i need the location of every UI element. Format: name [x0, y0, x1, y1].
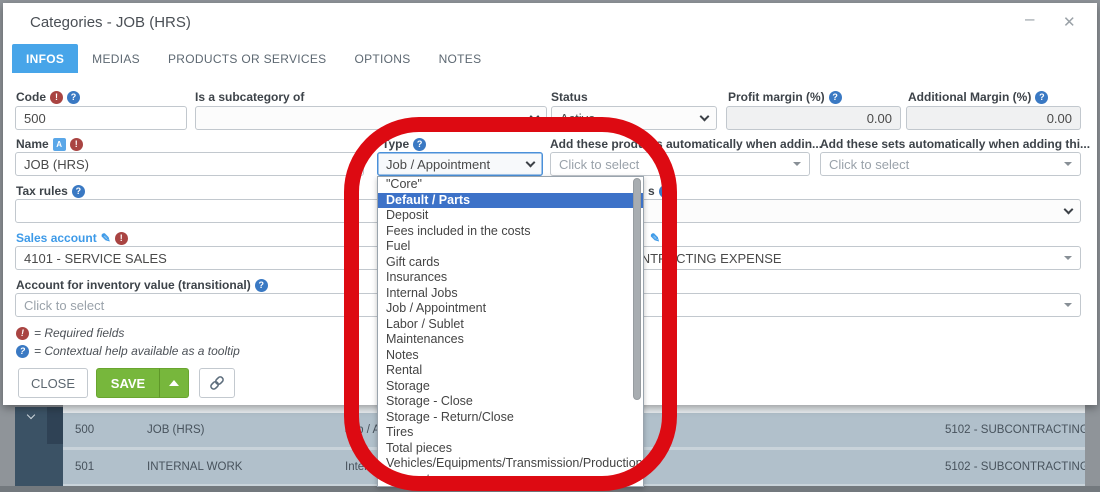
name-label: Name A !: [16, 137, 83, 151]
subcategory-label: Is a subcategory of: [195, 90, 304, 104]
type-select[interactable]: Job / Appointment: [377, 152, 543, 176]
sidebar-dark-block: [47, 407, 63, 444]
tab-notes[interactable]: NOTES: [425, 44, 496, 73]
tab-bar: INFOS MEDIAS PRODUCTS OR SERVICES OPTION…: [12, 44, 495, 73]
type-option[interactable]: Gift cards: [378, 255, 643, 271]
chevron-down-icon[interactable]: [27, 411, 35, 419]
translate-icon[interactable]: A: [53, 138, 66, 151]
tab-options[interactable]: OPTIONS: [340, 44, 424, 73]
chevron-down-icon: [1064, 204, 1074, 214]
code-input[interactable]: 500: [15, 106, 187, 130]
tab-medias[interactable]: MEDIAS: [78, 44, 154, 73]
help-icon: ?: [659, 185, 672, 198]
type-option[interactable]: Storage - Return/Close: [378, 410, 643, 426]
required-icon: !: [50, 91, 63, 104]
tab-products-or-services[interactable]: PRODUCTS OR SERVICES: [154, 44, 340, 73]
dropdown-arrow-icon: [793, 162, 801, 166]
type-option[interactable]: Insurances: [378, 270, 643, 286]
chevron-up-icon: [169, 380, 179, 386]
chain-link-icon: [209, 375, 225, 391]
required-icon: !: [70, 138, 83, 151]
type-option[interactable]: Maintenances: [378, 332, 643, 348]
required-icon: !: [664, 231, 677, 244]
type-option[interactable]: Internal Jobs: [378, 286, 643, 302]
help-icon: ?: [829, 91, 842, 104]
inventory-account-label: Account for inventory value (transitiona…: [16, 278, 268, 292]
status-label: Status: [551, 90, 588, 104]
type-option[interactable]: Tires: [378, 425, 643, 441]
sales-account-link[interactable]: Sales account: [16, 231, 97, 245]
purchase-account-label-icons: ✎ !: [650, 231, 677, 244]
status-select[interactable]: Active: [551, 106, 717, 130]
row-name: JOB (HRS): [147, 413, 205, 447]
help-icon: ?: [255, 279, 268, 292]
chevron-down-icon: [526, 157, 536, 167]
type-option[interactable]: Fees included in the costs: [378, 224, 643, 240]
help-icon: ?: [1035, 91, 1048, 104]
close-button[interactable]: CLOSE: [18, 368, 88, 398]
row-code: 501: [75, 450, 94, 484]
save-dropdown-button[interactable]: [159, 368, 189, 398]
add-products-select[interactable]: Click to select: [550, 152, 810, 176]
type-option[interactable]: Storage: [378, 379, 643, 395]
row-name: INTERNAL WORK: [147, 450, 242, 484]
type-option[interactable]: Total pieces: [378, 441, 643, 457]
row-account: 5102 - SUBCONTRACTING EXPENSE: [945, 413, 1085, 447]
type-option[interactable]: Warranty: [378, 472, 643, 488]
background-sidebar: [15, 407, 63, 486]
type-dropdown-list: "Core"Default / PartsDepositFees include…: [377, 176, 644, 487]
row-code: 500: [75, 413, 94, 447]
additional-margin-input[interactable]: 0.00: [906, 106, 1081, 130]
dropdown-arrow-icon: [1064, 162, 1072, 166]
type-option[interactable]: "Core": [378, 177, 643, 193]
help-icon: ?: [413, 138, 426, 151]
name-input[interactable]: JOB (HRS): [15, 152, 364, 176]
minimize-icon[interactable]: –: [1025, 9, 1034, 29]
save-button[interactable]: SAVE: [96, 368, 160, 398]
legend-help: ? = Contextual help available as a toolt…: [16, 344, 240, 358]
type-option[interactable]: Storage - Close: [378, 394, 643, 410]
code-label: Code ! ?: [16, 90, 80, 104]
required-icon: !: [115, 232, 128, 245]
type-option[interactable]: Vehicles/Equipments/Transmission/Product…: [378, 456, 643, 472]
add-sets-label: Add these sets automatically when adding…: [820, 137, 1090, 151]
sales-account-label: Sales account ✎ !: [16, 231, 128, 245]
add-sets-select[interactable]: Click to select: [820, 152, 1081, 176]
type-option[interactable]: Deposit: [378, 208, 643, 224]
additional-margin-label: Additional Margin (%) ?: [908, 90, 1048, 104]
add-products-label: Add these products automatically when ad…: [550, 137, 822, 151]
dropdown-arrow-icon: [1064, 256, 1072, 260]
dropdown-arrow-icon: [1064, 303, 1072, 307]
type-label: Type ?: [382, 137, 426, 151]
required-icon: !: [16, 327, 29, 340]
profit-margin-input[interactable]: 0.00: [726, 106, 901, 130]
legend-required: ! = Required fields: [16, 326, 124, 340]
modal-title: Categories - JOB (HRS): [30, 14, 191, 31]
edit-icon[interactable]: ✎: [650, 232, 660, 244]
chevron-down-icon: [530, 111, 540, 121]
tab-infos[interactable]: INFOS: [12, 44, 78, 73]
chevron-down-icon: [700, 111, 710, 121]
help-icon: ?: [72, 185, 85, 198]
row-account: 5102 - SUBCONTRACTING EXPENSE: [945, 450, 1085, 484]
type-option[interactable]: Notes: [378, 348, 643, 364]
type-option[interactable]: Default / Parts: [378, 193, 643, 209]
partially-hidden-label: s ?: [648, 184, 672, 198]
close-icon[interactable]: ✕: [1063, 13, 1076, 31]
screenshot-canvas: 500 JOB (HRS) Job / Appointment 5102 - S…: [0, 0, 1100, 492]
subcategory-select[interactable]: [195, 106, 547, 130]
link-button[interactable]: [199, 368, 235, 398]
dropdown-scrollbar-thumb[interactable]: [633, 178, 641, 400]
profit-margin-label: Profit margin (%) ?: [728, 90, 842, 104]
type-option[interactable]: Rental: [378, 363, 643, 379]
help-icon: ?: [16, 345, 29, 358]
type-option[interactable]: Labor / Sublet: [378, 317, 643, 333]
help-icon: ?: [67, 91, 80, 104]
tax-rules-label: Tax rules ?: [16, 184, 85, 198]
type-option[interactable]: Fuel: [378, 239, 643, 255]
edit-icon[interactable]: ✎: [101, 232, 111, 244]
type-option[interactable]: Job / Appointment: [378, 301, 643, 317]
